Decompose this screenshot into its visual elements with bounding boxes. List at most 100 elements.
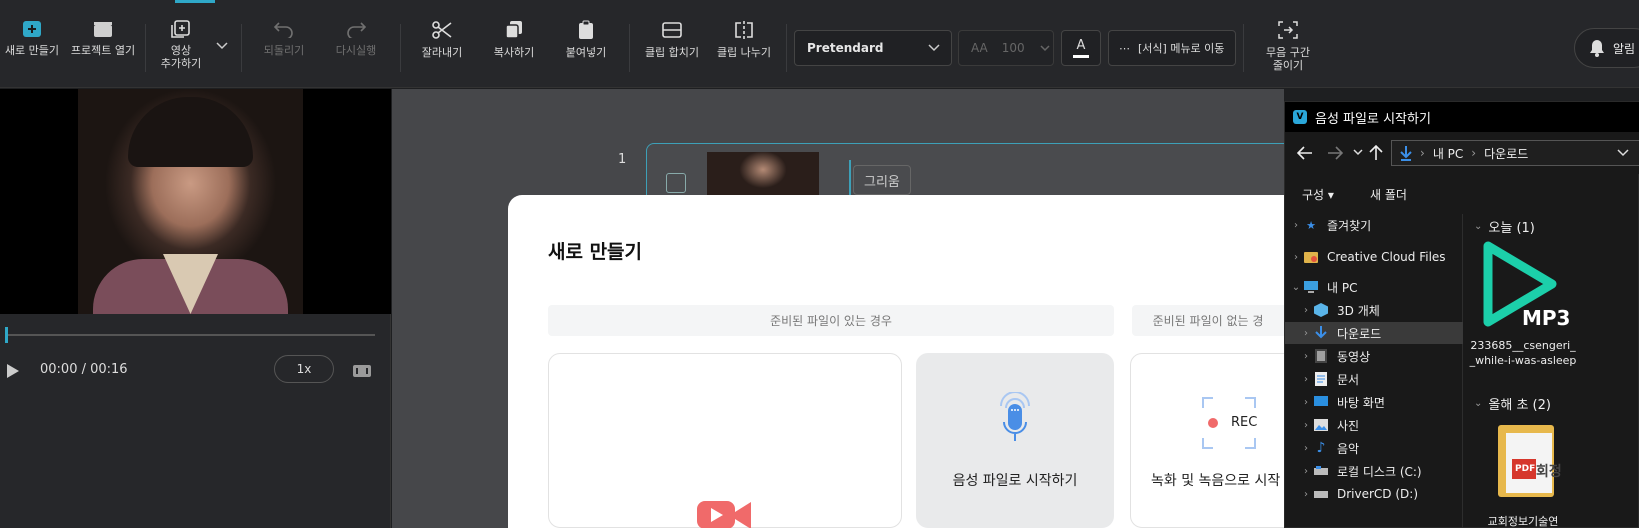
- format-menu-button[interactable]: ⋯ [서식] 메뉴로 이동: [1108, 30, 1236, 66]
- modal-title: 새로 만들기: [548, 241, 643, 263]
- new-folder-button[interactable]: 새 폴더: [1370, 186, 1407, 203]
- undo-label: 되돌리기: [263, 44, 305, 57]
- preview-panel: 00:00 / 00:16 1x: [0, 89, 391, 528]
- nav-item-local-disk-c[interactable]: › 로컬 디스크 (C:): [1285, 460, 1463, 482]
- new-button[interactable]: 새로 만들기: [4, 20, 60, 57]
- nav-item-creative-cloud[interactable]: › Creative Cloud Files: [1285, 246, 1463, 268]
- breadcrumb-root[interactable]: 내 PC: [1433, 145, 1463, 162]
- merge-clip-button[interactable]: 클립 합치기: [644, 20, 700, 59]
- toolbar-divider: [400, 24, 401, 72]
- clip-row-checkbox[interactable]: [666, 173, 686, 193]
- section-without-file: 준비된 파일이 없는 경: [1132, 305, 1284, 336]
- cube-icon: [1313, 303, 1329, 317]
- undo-icon: [273, 22, 293, 38]
- picture-icon: [1313, 418, 1329, 432]
- mp3-file-icon[interactable]: MP3: [1482, 240, 1570, 330]
- dialog-titlebar: V 음성 파일로 시작하기: [1285, 102, 1639, 132]
- nav-item-desktop[interactable]: › 바탕 화면: [1285, 391, 1463, 413]
- chevron-down-icon: [1040, 45, 1050, 52]
- start-with-recording-card[interactable]: REC 녹화 및 녹음으로 시작: [1130, 353, 1300, 528]
- text-cursor: [849, 160, 851, 196]
- paste-button[interactable]: 붙여넣기: [560, 20, 612, 59]
- fullscreen-icon[interactable]: [352, 364, 372, 378]
- open-project-button[interactable]: 프로젝트 열기: [70, 20, 136, 57]
- download-icon: [1313, 326, 1329, 340]
- split-clip-icon: [735, 21, 753, 39]
- up-arrow-icon[interactable]: [1369, 145, 1383, 161]
- undo-button[interactable]: 되돌리기: [258, 20, 310, 57]
- toolbar-divider: [241, 24, 242, 72]
- back-arrow-icon[interactable]: [1297, 146, 1313, 160]
- nav-item-music[interactable]: › ♪ 음악: [1285, 437, 1463, 459]
- organize-button[interactable]: 구성 ▾: [1302, 186, 1334, 203]
- reduce-silence-icon: [1278, 21, 1298, 39]
- vrew-logo-icon: V: [1293, 110, 1307, 124]
- alert-button[interactable]: 알림: [1574, 28, 1639, 68]
- merge-clip-icon: [662, 22, 682, 38]
- folder-thumb-text: 회정: [1536, 464, 1562, 480]
- nav-item-downloads[interactable]: › 다운로드: [1285, 322, 1463, 344]
- new-label: 새로 만들기: [4, 44, 60, 57]
- clip-thumbnail: [707, 152, 819, 196]
- chevron-down-icon: [928, 44, 940, 52]
- music-icon: ♪: [1316, 440, 1326, 456]
- add-video-button[interactable]: 영상 추가하기: [156, 20, 206, 70]
- section-with-file: 준비된 파일이 있는 경우: [548, 305, 1114, 336]
- add-video-icon: [171, 20, 190, 38]
- playback-speed-button[interactable]: 1x: [274, 355, 334, 383]
- split-clip-button[interactable]: 클립 나누기: [716, 20, 772, 59]
- recent-locations-chevron-icon[interactable]: [1353, 149, 1363, 157]
- reduce-silence-label-2: 줄이기: [1272, 59, 1304, 72]
- copy-icon: [505, 21, 522, 39]
- dialog-navbar: › 내 PC › 다운로드: [1285, 132, 1639, 174]
- nav-item-3d-objects[interactable]: › 3D 개체: [1285, 299, 1463, 321]
- start-with-video-card[interactable]: [548, 353, 902, 528]
- dialog-title: 음성 파일로 시작하기: [1315, 111, 1431, 127]
- nav-item-favorites[interactable]: › ★ 즐겨찾기: [1285, 214, 1463, 236]
- group-today[interactable]: ⌄ 오늘 (1): [1474, 217, 1535, 236]
- cut-button[interactable]: 잘라내기: [416, 20, 468, 59]
- nav-item-this-pc[interactable]: ⌄ 내 PC: [1285, 276, 1463, 298]
- copy-button[interactable]: 복사하기: [488, 20, 540, 59]
- font-family-value: Pretendard: [807, 41, 884, 55]
- play-icon[interactable]: [6, 363, 20, 379]
- nav-item-pictures[interactable]: › 사진: [1285, 414, 1463, 436]
- file-list-pane: ⌄ 오늘 (1) MP3 233685__csengeri__while-i-wa…: [1464, 214, 1639, 528]
- address-chevron-icon[interactable]: [1617, 149, 1629, 157]
- mp3-file-name[interactable]: 233685__csengeri__while-i-was-asleep: [1468, 338, 1578, 368]
- drive-icon: [1313, 464, 1329, 478]
- video-preview[interactable]: [0, 89, 391, 314]
- add-video-chevron-icon[interactable]: [216, 42, 228, 50]
- text-color-button[interactable]: A: [1061, 30, 1101, 66]
- redo-button[interactable]: 다시실행: [330, 20, 382, 57]
- clipboard-icon: [579, 20, 593, 39]
- redo-icon: [347, 22, 367, 38]
- split-clip-label: 클립 나누기: [716, 46, 772, 59]
- font-size-select[interactable]: AA 100: [958, 30, 1054, 66]
- reduce-silence-button[interactable]: 무음 구간 줄이기: [1260, 20, 1316, 72]
- copy-label: 복사하기: [493, 46, 535, 59]
- nav-item-drivercd-d[interactable]: › DriverCD (D:): [1285, 483, 1463, 505]
- clip-text-tag[interactable]: 그리움: [853, 165, 911, 195]
- open-project-label: 프로젝트 열기: [70, 44, 136, 57]
- alert-label: 알림: [1613, 41, 1636, 56]
- folder-icon[interactable]: PDF 회정: [1498, 421, 1562, 501]
- nav-item-videos[interactable]: › 동영상: [1285, 345, 1463, 367]
- breadcrumb-current[interactable]: 다운로드: [1484, 145, 1528, 162]
- download-arrow-icon: [1400, 146, 1412, 161]
- folder-file-name[interactable]: 교회정보기술연: [1468, 514, 1578, 528]
- star-icon: ★: [1306, 218, 1316, 232]
- toolbar-divider: [1243, 24, 1244, 72]
- font-family-select[interactable]: Pretendard: [794, 30, 952, 66]
- rec-label: REC: [1231, 415, 1258, 430]
- playhead[interactable]: [5, 327, 8, 343]
- video-icon: [1313, 349, 1329, 363]
- address-bar[interactable]: › 내 PC › 다운로드: [1391, 140, 1639, 166]
- file-open-dialog: V 음성 파일로 시작하기 › 내 PC › 다운로드 구성 ▾ 새 폴더 › ★…: [1284, 101, 1639, 528]
- nav-item-documents[interactable]: › 문서: [1285, 368, 1463, 390]
- start-with-audio-card[interactable]: 음성 파일로 시작하기: [916, 353, 1114, 528]
- timeline-scrubber[interactable]: [6, 334, 375, 336]
- forward-arrow-icon[interactable]: [1327, 146, 1343, 160]
- new-project-modal: 새로 만들기 준비된 파일이 있는 경우 준비된 파일이 없는 경 음성 파일로…: [508, 195, 1300, 528]
- group-this-year[interactable]: ⌄ 올해 초 (2): [1474, 394, 1551, 413]
